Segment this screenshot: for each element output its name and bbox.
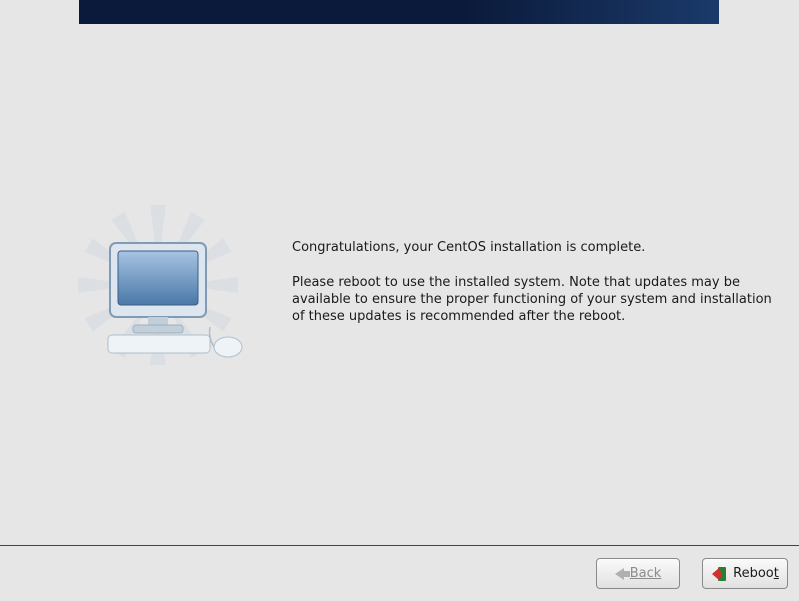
back-button: Back: [596, 558, 680, 589]
computer-illustration: [38, 195, 278, 375]
reboot-button[interactable]: Reboot: [702, 558, 788, 589]
reboot-notice: Please reboot to use the installed syste…: [292, 275, 779, 326]
completion-text: Congratulations, your CentOS installatio…: [292, 240, 779, 344]
back-button-label: Back: [630, 566, 662, 581]
congrats-message: Congratulations, your CentOS installatio…: [292, 240, 779, 257]
reboot-icon: [711, 566, 727, 582]
reboot-button-label: Reboot: [733, 566, 779, 581]
footer-bar: Back Reboot: [0, 545, 799, 601]
back-arrow-icon: [615, 568, 624, 580]
header-banner: [79, 0, 719, 24]
main-content: Congratulations, your CentOS installatio…: [38, 195, 779, 375]
